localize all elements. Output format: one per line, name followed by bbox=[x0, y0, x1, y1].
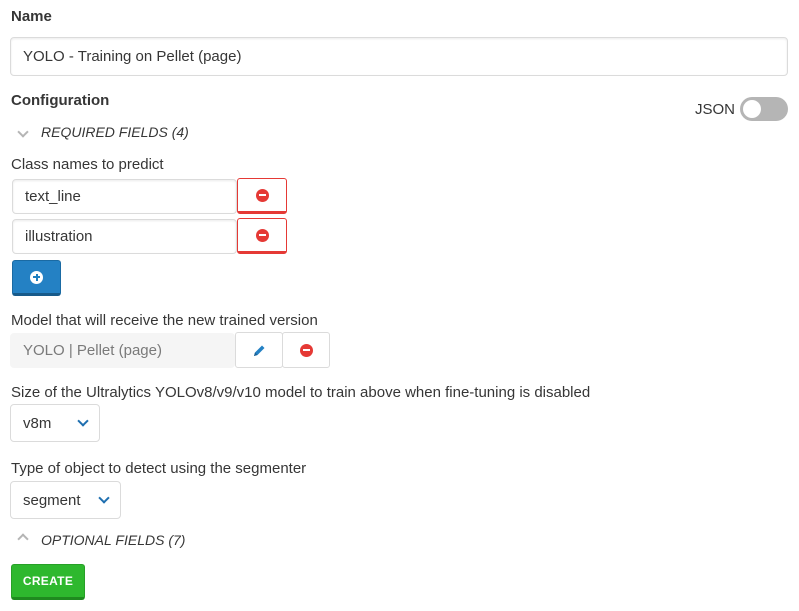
remove-class-button[interactable] bbox=[237, 218, 287, 254]
plus-circle-icon bbox=[30, 270, 43, 284]
chevron-up-icon[interactable] bbox=[16, 532, 30, 546]
model-label: Model that will receive the new trained … bbox=[11, 312, 318, 329]
chevron-down-icon bbox=[77, 415, 89, 427]
json-label: JSON bbox=[695, 101, 736, 118]
remove-model-button[interactable] bbox=[282, 332, 330, 368]
optional-fields-toggle[interactable]: OPTIONAL FIELDS (7) bbox=[41, 532, 185, 548]
add-class-button[interactable] bbox=[12, 260, 61, 296]
remove-class-button[interactable] bbox=[237, 178, 287, 214]
size-label: Size of the Ultralytics YOLOv8/v9/v10 mo… bbox=[11, 384, 591, 401]
object-type-label: Type of object to detect using the segme… bbox=[11, 460, 307, 477]
configuration-label: Configuration bbox=[11, 92, 110, 109]
chevron-down-icon bbox=[98, 492, 110, 504]
model-field: YOLO | Pellet (page) bbox=[10, 333, 235, 368]
required-fields-toggle[interactable]: REQUIRED FIELDS (4) bbox=[41, 124, 189, 140]
minus-circle-icon bbox=[255, 188, 269, 202]
minus-circle-icon bbox=[255, 228, 269, 242]
size-selected-value: v8m bbox=[23, 414, 52, 432]
chevron-down-icon[interactable] bbox=[16, 125, 30, 139]
create-button[interactable]: CREATE bbox=[11, 564, 85, 600]
class-name-input[interactable]: illustration bbox=[12, 219, 237, 254]
toggle-knob bbox=[743, 100, 761, 118]
class-names-label: Class names to predict bbox=[11, 156, 164, 173]
json-toggle[interactable] bbox=[740, 97, 788, 121]
pencil-icon bbox=[253, 345, 264, 356]
size-select[interactable]: v8m bbox=[10, 404, 100, 442]
name-input[interactable]: YOLO - Training on Pellet (page) bbox=[10, 37, 788, 76]
object-type-select[interactable]: segment bbox=[10, 481, 121, 519]
minus-circle-icon bbox=[299, 343, 313, 357]
object-type-selected-value: segment bbox=[23, 491, 81, 509]
name-label: Name bbox=[11, 8, 52, 25]
edit-model-button[interactable] bbox=[235, 332, 283, 368]
class-name-input[interactable]: text_line bbox=[12, 179, 237, 214]
